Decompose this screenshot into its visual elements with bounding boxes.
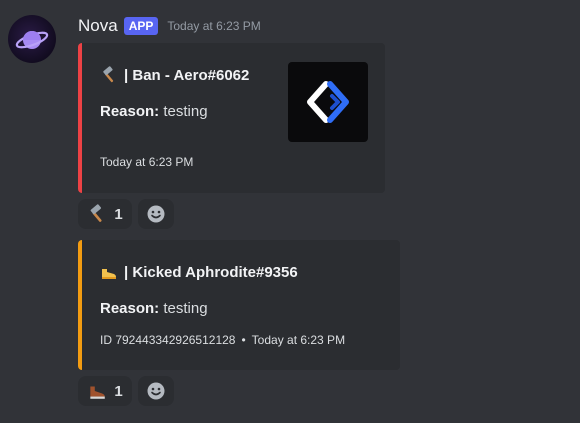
hammer-icon — [90, 204, 102, 222]
reaction-count: 1 — [114, 205, 123, 223]
smiley-add-reaction-icon — [147, 205, 165, 223]
kick-embed: | Kicked Aphrodite#9356 Reason: testing … — [78, 240, 400, 370]
embed-footer: Today at 6:23 PM — [100, 155, 193, 169]
message-header: Nova APP Today at 6:23 PM — [78, 15, 261, 37]
hammer-icon — [103, 66, 114, 83]
reaction-count: 1 — [114, 382, 123, 400]
reaction-boot[interactable]: 1 — [78, 376, 132, 406]
code-brackets-logo — [307, 81, 349, 123]
footer-separator: • — [241, 333, 246, 347]
embed-thumbnail[interactable] — [288, 62, 368, 142]
reason-label: Reason: — [100, 103, 160, 120]
footer-time: Today at 6:23 PM — [251, 333, 346, 347]
add-reaction-button[interactable] — [138, 199, 174, 229]
boot-icon — [90, 386, 106, 399]
embed-title: | Kicked Aphrodite#9356 — [100, 263, 298, 281]
add-reaction-button[interactable] — [138, 376, 174, 406]
author-name[interactable]: Nova — [78, 16, 118, 36]
app-badge: APP — [123, 17, 159, 35]
reason-value: testing — [163, 300, 208, 317]
embed-title-text: | Ban - Aero#6062 — [124, 66, 250, 84]
reason-label: Reason: — [100, 300, 160, 317]
embed-title-text: | Kicked Aphrodite#9356 — [124, 263, 298, 281]
footer-time: Today at 6:23 PM — [100, 155, 194, 169]
boot-icon — [102, 269, 116, 279]
smiley-add-reaction-icon — [147, 382, 165, 400]
avatar[interactable] — [8, 15, 56, 63]
embed-footer: ID 792443342926512128 • Today at 6:23 PM — [100, 333, 345, 347]
reaction-hammer[interactable]: 1 — [78, 199, 132, 229]
embed-reason: Reason: testing — [100, 300, 208, 317]
footer-id: ID 792443342926512128 — [100, 333, 236, 347]
embed-reason: Reason: testing — [100, 103, 208, 120]
ban-embed: | Ban - Aero#6062 Reason: testing Today … — [78, 43, 385, 193]
planet-icon — [15, 31, 49, 49]
message-timestamp: Today at 6:23 PM — [167, 19, 261, 33]
reason-value: testing — [163, 103, 208, 120]
embed-title: | Ban - Aero#6062 — [100, 66, 249, 84]
